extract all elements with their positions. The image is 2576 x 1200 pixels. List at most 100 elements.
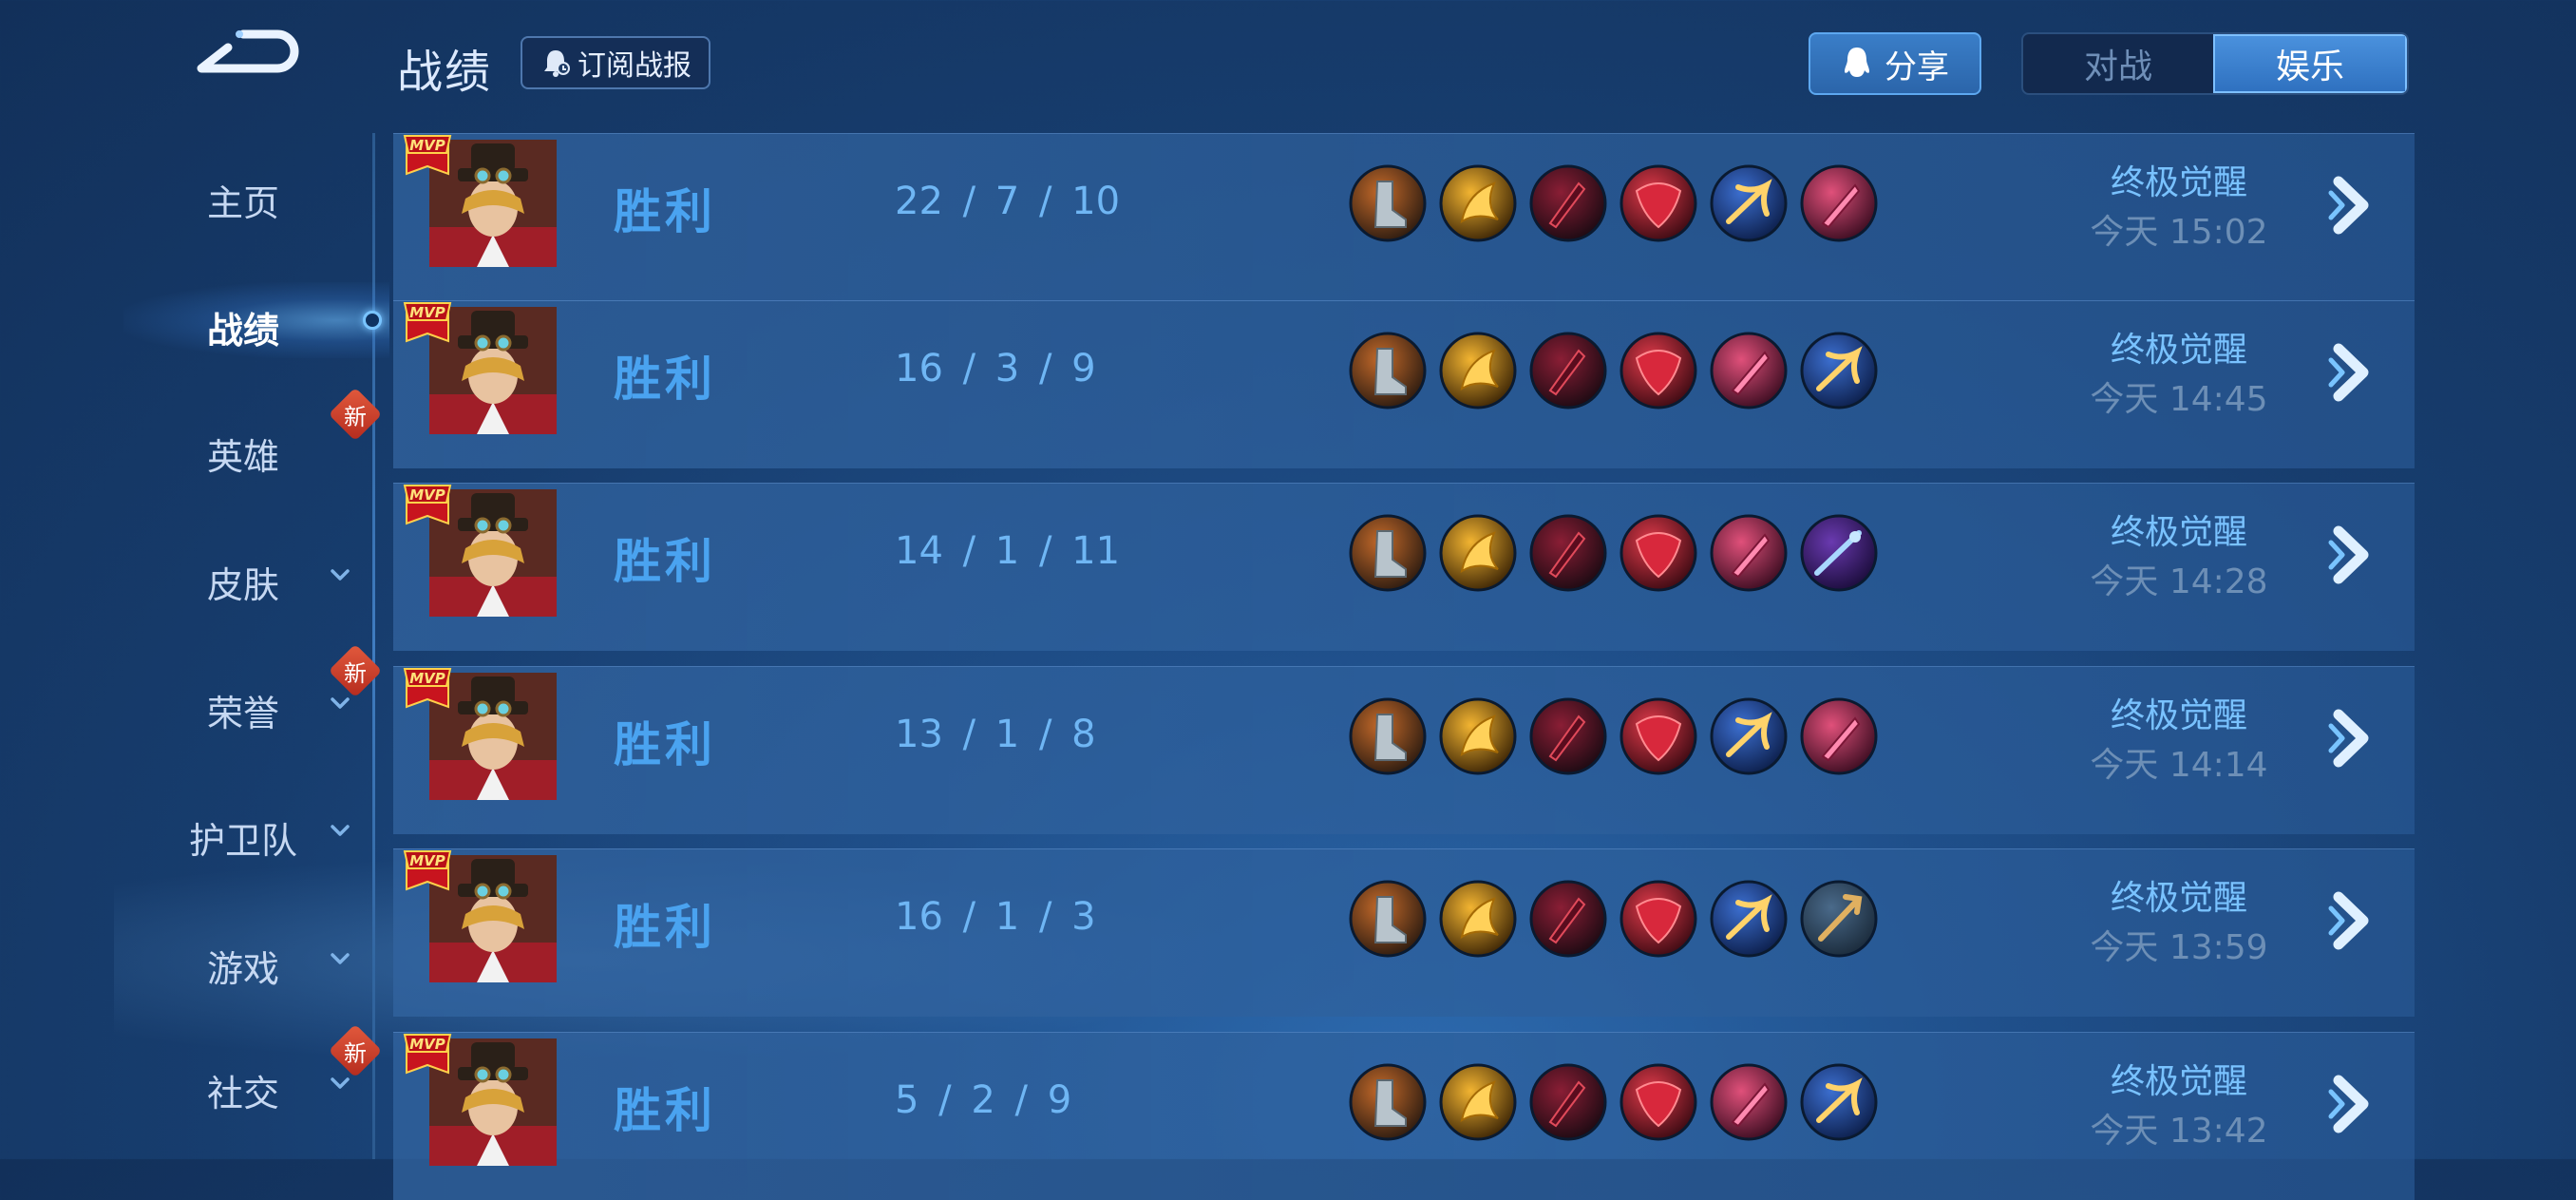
pink-blade-item-icon [1710,514,1788,592]
kda-score: 5 / 2 / 9 [895,1078,1072,1122]
match-time: 今天 13:59 [2090,928,2268,967]
red-crest-item-icon [1619,332,1697,410]
match-row[interactable]: MVP 胜利 13 / 1 / 8 终极觉醒 今天 14:14 [393,666,2415,834]
red-crest-item-icon [1619,514,1697,592]
sidebar-item-0[interactable]: 主页 [0,155,380,231]
match-row[interactable]: MVP 胜利 16 / 1 / 3 终极觉醒今天 13:59 [393,848,2415,1017]
red-crest-item-icon [1619,880,1697,958]
chevron-right-icon[interactable] [2325,887,2382,954]
result-label: 胜利 [614,184,716,239]
golden-bow-item-icon [1439,164,1517,242]
chevron-right-icon[interactable] [2325,172,2382,238]
subscribe-report-button[interactable]: 订阅战报 [521,36,710,89]
blue-gold-axe-item-icon [1800,332,1878,410]
pink-blade-item-icon [1800,164,1878,242]
sidebar-item-1[interactable]: 战绩 [0,282,389,358]
pink-blade-item-icon [1710,332,1788,410]
sidebar-item-7[interactable]: 社交新 [0,1023,383,1121]
chevron-down-icon [331,1077,350,1089]
golden-bow-item-icon [1439,697,1517,775]
mode-tab-group: 对战 娱乐 [2021,32,2409,95]
golden-bow-item-icon [1439,1063,1517,1141]
equipment-list [1349,697,1881,777]
mvp-badge: MVP [403,135,452,176]
kda-score: 16 / 1 / 3 [895,895,1096,939]
red-crest-item-icon [1619,1063,1697,1141]
boots-item-icon [1349,514,1427,592]
crimson-blade-item-icon [1529,164,1607,242]
equipment-list [1349,1063,1881,1143]
tab-versus[interactable]: 对战 [2023,34,2213,93]
match-time: 今天 15:02 [2090,213,2268,252]
sidebar-item-4[interactable]: 荣誉新 [0,643,383,741]
blue-gold-axe-item-icon [1800,1063,1878,1141]
crimson-blade-item-icon [1529,1063,1607,1141]
match-row[interactable]: MVP 胜利 22 / 7 / 10 终极觉醒 今天 15:02 [393,133,2415,301]
mvp-badge: MVP [403,668,452,709]
bell-subscribe-icon [544,50,570,77]
pink-blade-item-icon [1800,697,1878,775]
boots-item-icon [1349,1063,1427,1141]
chevron-right-icon[interactable] [2325,1071,2382,1137]
result-label: 胜利 [614,1083,716,1138]
chevron-right-icon[interactable] [2325,339,2382,406]
chevron-down-icon [331,697,350,709]
game-mode-label: 终极觉醒 [2110,331,2247,370]
equipment-list [1349,880,1881,960]
svg-text:MVP: MVP [409,137,445,154]
golden-bow-item-icon [1439,514,1517,592]
match-row[interactable]: MVP 胜利 5 / 2 / 9 终极觉醒今天 13:42 [393,1032,2415,1200]
bronze-trident-item-icon [1800,880,1878,958]
match-row[interactable]: MVP 胜利 16 / 3 / 9 终极觉醒 今天 14:45 [393,300,2415,468]
share-button[interactable]: 分享 [1809,32,1981,95]
pink-blade-item-icon [1710,1063,1788,1141]
game-mode-label: 终极觉醒 [2110,163,2247,202]
sidebar-item-6[interactable]: 游戏 [0,921,380,997]
back-arrow-icon [197,29,299,73]
svg-text:MVP: MVP [409,486,445,504]
crimson-blade-item-icon [1529,514,1607,592]
new-badge-label: 新 [344,659,367,687]
sidebar-item-2[interactable]: 英雄新 [0,387,383,485]
red-crest-item-icon [1619,164,1697,242]
game-mode-label: 终极觉醒 [2110,1062,2247,1101]
share-label: 分享 [1885,48,1949,86]
chevron-down-icon [331,953,350,964]
equipment-list [1349,164,1881,244]
kda-score: 14 / 1 / 11 [895,529,1121,573]
subscribe-label: 订阅战报 [578,49,691,83]
crimson-blade-item-icon [1529,880,1607,958]
match-time: 今天 14:28 [2090,562,2268,601]
result-label: 胜利 [614,900,716,955]
new-badge: 新 [328,387,383,442]
game-mode-label: 终极觉醒 [2110,513,2247,552]
kda-score: 16 / 3 / 9 [895,347,1096,390]
mvp-badge: MVP [403,850,452,891]
svg-text:MVP: MVP [409,1036,445,1053]
blue-gold-axe-item-icon [1710,697,1788,775]
mvp-badge: MVP [403,302,452,343]
chevron-right-icon[interactable] [2325,522,2382,588]
equipment-list [1349,332,1881,411]
page-title: 战绩 [397,46,493,99]
back-button[interactable] [190,29,304,95]
tab-entertainment[interactable]: 娱乐 [2213,34,2407,93]
result-label: 胜利 [614,534,716,589]
match-time: 今天 14:14 [2090,746,2268,785]
blue-gold-axe-item-icon [1710,880,1788,958]
sidebar-item-5[interactable]: 护卫队 [0,792,380,868]
match-row[interactable]: MVP 胜利 14 / 1 / 11 终极觉醒今天 14:28 [393,483,2415,651]
game-mode-label: 终极觉醒 [2110,879,2247,918]
new-badge-label: 新 [344,403,367,430]
sidebar-item-3[interactable]: 皮肤 [0,537,380,613]
boots-item-icon [1349,164,1427,242]
crimson-blade-item-icon [1529,332,1607,410]
chevron-right-icon[interactable] [2325,705,2382,771]
boots-item-icon [1349,697,1427,775]
red-crest-item-icon [1619,697,1697,775]
match-time: 今天 13:42 [2090,1112,2268,1151]
svg-text:MVP: MVP [409,670,445,687]
svg-text:MVP: MVP [409,304,445,321]
chevron-down-icon [331,569,350,581]
golden-bow-item-icon [1439,332,1517,410]
